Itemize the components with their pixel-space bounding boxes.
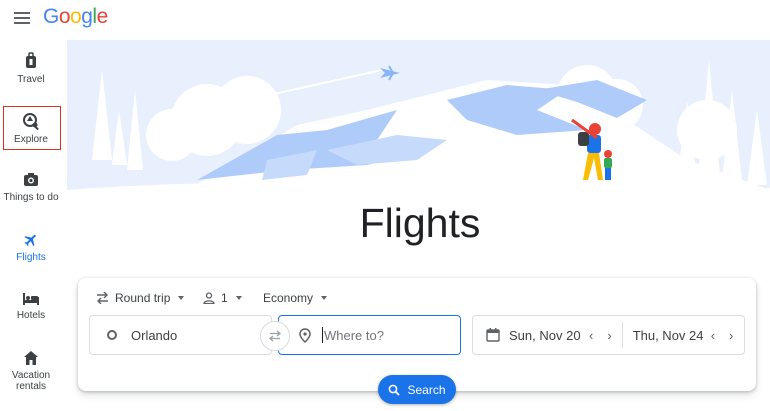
cabin-class-select[interactable]: Economy (263, 288, 328, 308)
trip-type-select[interactable]: Round trip (96, 288, 185, 308)
sidebar-item-label: Things to do (3, 192, 59, 203)
swap-icon (268, 330, 282, 342)
hamburger-menu-icon[interactable] (14, 11, 30, 25)
sidebar-item-vacation-rentals[interactable]: Vacation rentals (0, 350, 62, 392)
search-icon (389, 384, 401, 396)
swap-origin-destination-button[interactable] (260, 321, 290, 351)
sidebar-item-flights[interactable]: Flights (0, 232, 62, 263)
luggage-icon (26, 52, 36, 68)
sidebar-item-label: Hotels (16, 310, 46, 321)
logo-letter: e (96, 5, 109, 28)
trip-type-value: Round trip (115, 291, 171, 305)
sidebar-item-label: Travel (17, 74, 45, 85)
calendar-icon (486, 328, 500, 342)
swap-arrows-icon (97, 292, 108, 304)
airplane-icon (24, 234, 36, 247)
google-logo[interactable]: Google (43, 5, 108, 29)
destination-placeholder: Where to? (324, 327, 384, 343)
origin-circle-icon (107, 330, 117, 340)
sidebar-item-hotels[interactable]: Hotels (0, 292, 62, 321)
bed-icon (23, 293, 39, 305)
location-pin-icon (299, 327, 311, 343)
top-bar: Google (0, 0, 770, 36)
logo-letter: G (43, 5, 59, 28)
origin-field[interactable]: Orlando (89, 315, 272, 355)
hero-illustration (67, 40, 770, 203)
passenger-count: 1 (221, 291, 228, 305)
origin-value: Orlando (131, 327, 178, 343)
passengers-select[interactable]: 1 (203, 288, 242, 308)
text-cursor (322, 327, 323, 343)
date-range-field[interactable]: Sun, Nov 20 ‹ › Thu, Nov 24 ‹ › (472, 315, 745, 355)
sidebar-item-label: Vacation rentals (11, 370, 51, 392)
logo-letter: g (81, 5, 93, 28)
chevron-down-icon (321, 296, 328, 300)
previous-date-button[interactable]: ‹ (711, 328, 715, 343)
return-date[interactable]: Thu, Nov 24 (633, 328, 711, 343)
destination-field[interactable]: Where to? (278, 315, 461, 355)
sidebar-item-label: Flights (16, 252, 46, 263)
next-date-button[interactable]: › (729, 328, 733, 343)
side-navigation: Travel Explore Things to do Flights Hote… (0, 40, 62, 411)
search-button[interactable]: Search (378, 375, 456, 404)
mountain-scene (67, 40, 770, 203)
chevron-down-icon (235, 296, 242, 300)
explore-highlight-box (3, 106, 61, 150)
chevron-down-icon (178, 296, 185, 300)
departure-date[interactable]: Sun, Nov 20 (509, 328, 589, 343)
next-date-button[interactable]: › (607, 328, 611, 343)
cabin-class-value: Economy (263, 291, 314, 305)
search-button-label: Search (407, 382, 446, 397)
sidebar-item-travel[interactable]: Travel (0, 52, 62, 85)
sidebar-item-things-to-do[interactable]: Things to do (0, 172, 62, 203)
person-icon (203, 292, 215, 304)
logo-letter: o (58, 5, 71, 28)
page-title: Flights (359, 200, 481, 246)
date-divider (621, 322, 623, 348)
house-icon (24, 351, 38, 365)
previous-date-button[interactable]: ‹ (589, 328, 593, 343)
logo-letter: o (70, 5, 82, 28)
camera-icon (24, 173, 38, 186)
